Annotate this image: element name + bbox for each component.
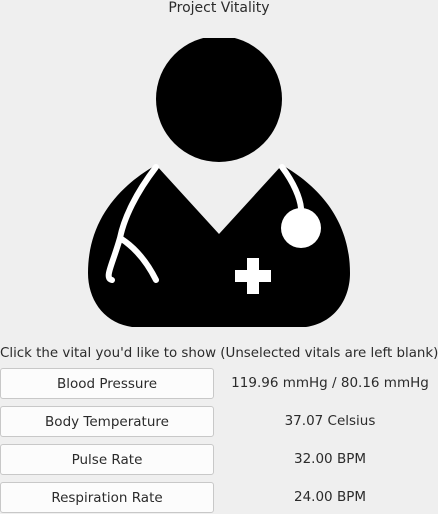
vital-row-pulse-rate: Pulse Rate 32.00 BPM [0, 444, 438, 475]
body-temperature-value: 37.07 Celsius [284, 413, 376, 429]
blood-pressure-value: 119.96 mmHg / 80.16 mmHg [231, 375, 429, 391]
blood-pressure-button[interactable]: Blood Pressure [0, 368, 214, 399]
respiration-rate-button[interactable]: Respiration Rate [0, 482, 214, 513]
vital-row-blood-pressure: Blood Pressure 119.96 mmHg / 80.16 mmHg [0, 368, 438, 399]
instruction-text: Click the vital you'd like to show (Unse… [0, 346, 438, 361]
respiration-rate-value: 24.00 BPM [294, 489, 366, 505]
doctor-icon [88, 38, 350, 327]
doctor-head [156, 38, 282, 162]
body-temperature-button[interactable]: Body Temperature [0, 406, 214, 437]
vital-row-body-temperature: Body Temperature 37.07 Celsius [0, 406, 438, 437]
vital-row-respiration-rate: Respiration Rate 24.00 BPM [0, 482, 438, 513]
pulse-rate-value: 32.00 BPM [294, 451, 366, 467]
stethoscope-chestpiece [281, 208, 321, 248]
pulse-rate-button[interactable]: Pulse Rate [0, 444, 214, 475]
app-title: Project Vitality [168, 0, 270, 16]
